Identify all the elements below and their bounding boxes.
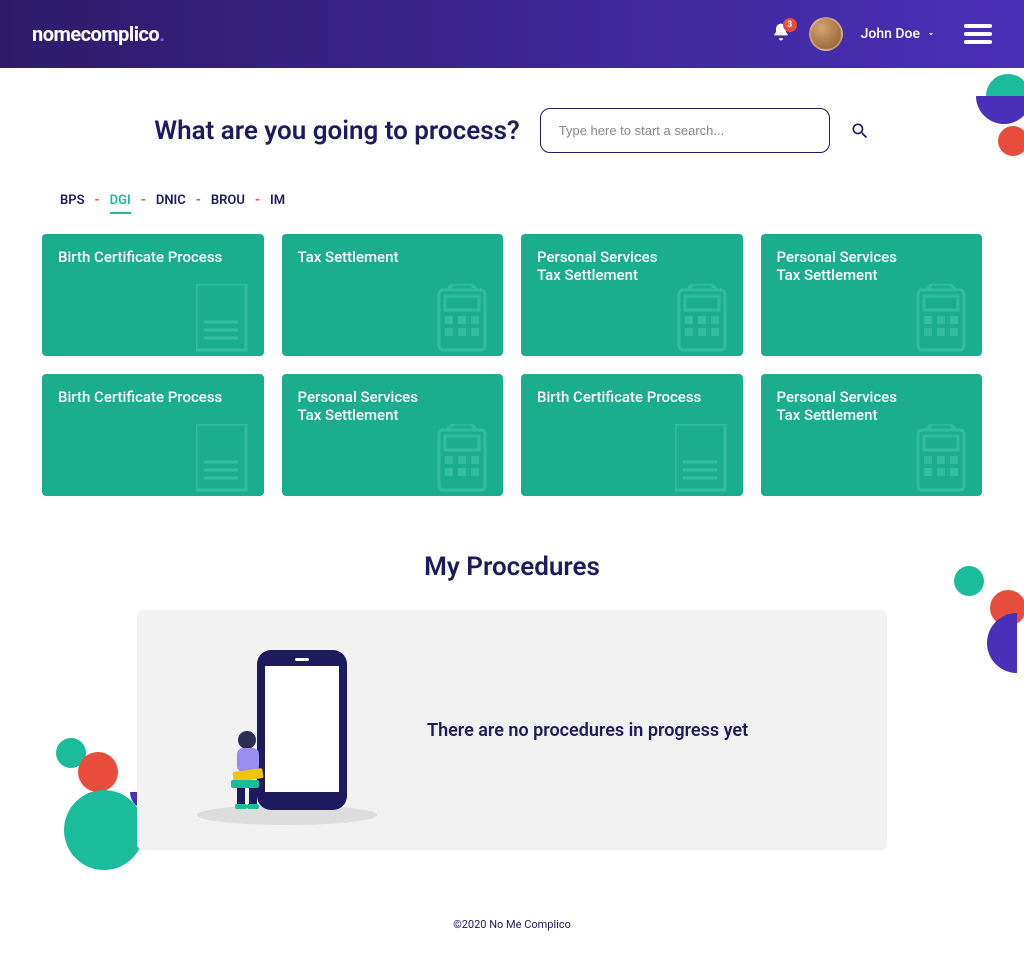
main-content: What are you going to process? BPS-DGI-D…: [0, 68, 1024, 931]
process-card[interactable]: Birth Certificate Process: [42, 374, 264, 496]
tab-separator: -: [141, 193, 146, 214]
tab-dnic[interactable]: DNIC: [156, 193, 186, 214]
username-text: John Doe: [861, 26, 920, 42]
search-input[interactable]: [540, 108, 830, 153]
card-title: Birth Certificate Process: [58, 248, 248, 266]
calculator-icon: [435, 424, 495, 496]
tab-bps[interactable]: BPS: [60, 193, 85, 214]
logo-dot: .: [159, 22, 164, 46]
chevron-down-icon: [926, 29, 936, 39]
menu-button[interactable]: [964, 24, 992, 44]
empty-text: There are no procedures in progress yet: [427, 720, 748, 741]
process-card[interactable]: Birth Certificate Process: [42, 234, 264, 356]
avatar[interactable]: [809, 17, 843, 51]
card-title: Personal Services Tax Settlement: [777, 248, 967, 284]
process-card[interactable]: Personal Services Tax Settlement: [761, 374, 983, 496]
process-card[interactable]: Personal Services Tax Settlement: [282, 374, 504, 496]
calculator-icon: [675, 284, 735, 356]
tab-dgi[interactable]: DGI: [110, 193, 131, 214]
notification-badge: 3: [783, 18, 797, 32]
tab-brou[interactable]: BROU: [211, 193, 245, 214]
process-card[interactable]: Personal Services Tax Settlement: [521, 234, 743, 356]
process-card[interactable]: Birth Certificate Process: [521, 374, 743, 496]
card-title: Personal Services Tax Settlement: [537, 248, 727, 284]
search-title: What are you going to process?: [154, 116, 519, 146]
process-card[interactable]: Personal Services Tax Settlement: [761, 234, 983, 356]
logo-text: nomecomplico: [32, 22, 159, 46]
empty-illustration: [187, 630, 387, 830]
tab-separator: -: [196, 193, 201, 214]
header: nomecomplico. 3 John Doe: [0, 0, 1024, 68]
tab-im[interactable]: IM: [270, 193, 285, 214]
document-icon: [196, 424, 256, 496]
calculator-icon: [914, 424, 974, 496]
card-title: Personal Services Tax Settlement: [298, 388, 488, 424]
process-card[interactable]: Tax Settlement: [282, 234, 504, 356]
document-icon: [196, 284, 256, 356]
search-row: What are you going to process?: [42, 108, 982, 153]
tab-separator: -: [255, 193, 260, 214]
logo[interactable]: nomecomplico.: [32, 22, 165, 46]
procedures-title: My Procedures: [42, 552, 982, 582]
header-right: 3 John Doe: [771, 17, 992, 51]
calculator-icon: [435, 284, 495, 356]
card-title: Tax Settlement: [298, 248, 488, 266]
tab-separator: -: [95, 193, 100, 214]
user-menu[interactable]: John Doe: [861, 26, 936, 42]
cards-grid: Birth Certificate Process Tax Settlement P…: [42, 234, 982, 496]
card-title: Personal Services Tax Settlement: [777, 388, 967, 424]
search-icon[interactable]: [850, 121, 870, 141]
footer-copyright: ©2020 No Me Complico: [42, 918, 982, 931]
document-icon: [675, 424, 735, 496]
calculator-icon: [914, 284, 974, 356]
filter-tabs: BPS-DGI-DNIC-BROU-IM: [42, 193, 982, 214]
card-title: Birth Certificate Process: [58, 388, 248, 406]
empty-procedures-card: There are no procedures in progress yet: [137, 610, 887, 850]
card-title: Birth Certificate Process: [537, 388, 727, 406]
notifications-button[interactable]: 3: [771, 22, 791, 46]
